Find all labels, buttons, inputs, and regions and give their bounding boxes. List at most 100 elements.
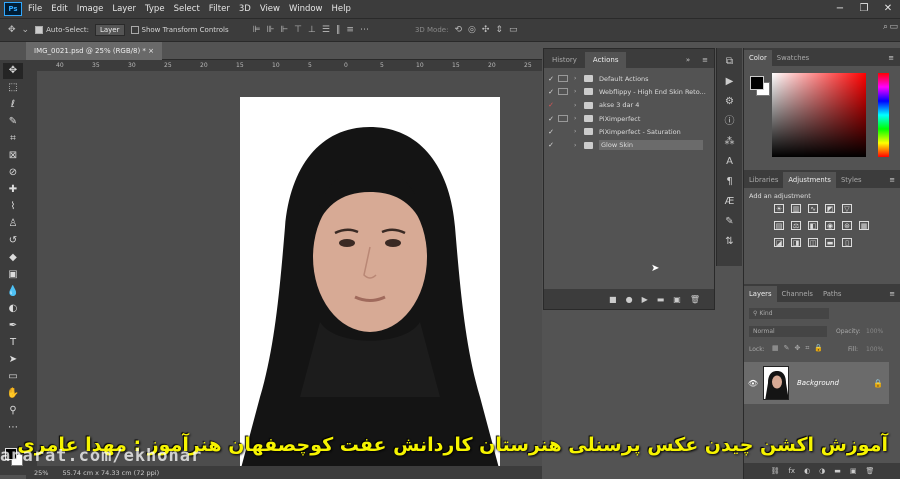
pen-tool-icon[interactable]: ✒	[3, 318, 23, 334]
more-options-icon[interactable]: ⋯	[360, 25, 369, 35]
stop-recording-button[interactable]: ■	[609, 295, 617, 304]
crop-tool-icon[interactable]: ⌗	[3, 131, 23, 147]
close-tab-icon[interactable]: ×	[148, 47, 154, 55]
chevron-down-icon[interactable]: ⌄	[22, 25, 30, 35]
expand-arrow-icon[interactable]: ›	[574, 142, 582, 149]
tab-adjustments[interactable]: Adjustments	[783, 172, 836, 188]
expand-arrow-icon[interactable]: ›	[574, 128, 582, 135]
menu-file[interactable]: File	[28, 4, 42, 14]
photo-filter-icon[interactable]: ◉	[825, 221, 835, 230]
panel-collapse-icon[interactable]: »	[680, 52, 696, 68]
align-right-icon[interactable]: ⊩	[280, 25, 288, 35]
menu-select[interactable]: Select	[174, 4, 200, 14]
auto-select-checkbox[interactable]: Auto-Select:	[35, 26, 89, 34]
canvas-area[interactable]	[37, 71, 542, 466]
vibrance-icon[interactable]: ▽	[842, 204, 852, 213]
glyphs-panel-icon[interactable]: Æ	[722, 194, 738, 210]
paragraph-panel-icon[interactable]: ¶	[722, 174, 738, 190]
blur-tool-icon[interactable]: 💧	[3, 284, 23, 300]
selective-color-icon[interactable]: ▯	[842, 238, 852, 247]
search-icon[interactable]: ⌕	[883, 22, 888, 32]
action-set-row[interactable]: ✓ › Default Actions	[544, 72, 714, 85]
panel-menu-icon[interactable]: ≡	[883, 286, 900, 302]
dialog-toggle-icon[interactable]	[558, 115, 568, 123]
menu-edit[interactable]: Edit	[51, 4, 67, 14]
history-brush-tool-icon[interactable]: ↺	[3, 233, 23, 249]
history-panel-icon[interactable]: ⧉	[722, 54, 738, 70]
toggle-check-icon[interactable]: ✓	[544, 141, 558, 149]
toggle-check-icon[interactable]: ✓	[544, 115, 558, 123]
color-lookup-icon[interactable]: ▦	[859, 221, 869, 230]
layer-filter[interactable]: ⚲ Kind	[749, 308, 829, 319]
menu-image[interactable]: Image	[77, 4, 104, 14]
dialog-toggle-icon[interactable]	[558, 75, 568, 83]
3d-rotate-icon[interactable]: ⟲	[454, 25, 462, 35]
layer-style-icon[interactable]: fx	[788, 467, 795, 475]
clone-stamp-tool-icon[interactable]: ♙	[3, 216, 23, 232]
actions-panel-icon[interactable]: ▶	[722, 74, 738, 90]
transform-controls-checkbox[interactable]: Show Transform Controls	[130, 26, 229, 34]
auto-select-dropdown[interactable]: Layer	[94, 24, 125, 36]
invert-icon[interactable]: ◪	[774, 238, 784, 247]
menu-window[interactable]: Window	[289, 4, 323, 14]
distribute-v-icon[interactable]: ≡	[346, 25, 354, 35]
3d-roll-icon[interactable]: ◎	[468, 25, 476, 35]
menu-filter[interactable]: Filter	[209, 4, 230, 14]
lock-icons[interactable]: ▦✎✥⌗🔒	[772, 344, 828, 353]
toggle-check-icon[interactable]: ✓	[544, 101, 558, 109]
action-set-row[interactable]: ✓ › PiXimperfect - Saturation	[544, 125, 714, 138]
adjustment-layer-icon[interactable]: ◑	[819, 467, 825, 475]
panel-menu-icon[interactable]: ≡	[882, 50, 900, 66]
dialog-toggle-icon[interactable]	[558, 142, 568, 149]
move-tool-icon[interactable]: ✥	[8, 25, 16, 35]
visibility-eye-icon[interactable]: 👁	[746, 379, 760, 388]
action-set-row[interactable]: ✓ › PiXimperfect	[544, 112, 714, 125]
restore-button[interactable]: ❐	[852, 0, 876, 18]
zoom-tool-icon[interactable]: ⚲	[3, 403, 23, 419]
expand-arrow-icon[interactable]: ›	[574, 75, 582, 82]
quick-select-tool-icon[interactable]: ✎	[3, 114, 23, 130]
healing-brush-tool-icon[interactable]: ✚	[3, 182, 23, 198]
document-tab[interactable]: IMG_0021.psd @ 25% (RGB/8) * ×	[26, 42, 163, 60]
gradient-tool-icon[interactable]: ▣	[3, 267, 23, 283]
distribute-h-icon[interactable]: ‖	[336, 25, 341, 35]
play-button[interactable]: ▶	[642, 295, 648, 304]
brightness-contrast-icon[interactable]: ☀	[774, 204, 784, 213]
link-layers-icon[interactable]: ⛓	[771, 467, 780, 475]
expand-arrow-icon[interactable]: ›	[574, 88, 582, 95]
new-action-button[interactable]: ▣	[673, 295, 681, 304]
tab-swatches[interactable]: Swatches	[772, 50, 814, 66]
align-middle-icon[interactable]: ⊥	[308, 25, 316, 35]
toggle-check-icon[interactable]: ✓	[544, 88, 558, 96]
align-left-icon[interactable]: ⊫	[253, 25, 261, 35]
eraser-tool-icon[interactable]: ◆	[3, 250, 23, 266]
expand-arrow-icon[interactable]: ›	[574, 102, 582, 109]
foreground-color-swatch[interactable]	[750, 76, 764, 90]
properties-panel-icon[interactable]: ⚙	[722, 94, 738, 110]
gradient-map-icon[interactable]: ▬	[825, 238, 835, 247]
tab-paths[interactable]: Paths	[818, 286, 846, 302]
menu-type[interactable]: Type	[145, 4, 165, 14]
move-tool-icon[interactable]: ✥	[3, 63, 23, 79]
levels-icon[interactable]: ▥	[791, 204, 801, 213]
menu-3d[interactable]: 3D	[239, 4, 251, 14]
rectangle-tool-icon[interactable]: ▭	[3, 369, 23, 385]
3d-scale-icon[interactable]: ▭	[509, 25, 518, 35]
brush-tool-icon[interactable]: ⌇	[3, 199, 23, 215]
lasso-tool-icon[interactable]: ℓ	[3, 97, 23, 113]
tab-actions[interactable]: Actions	[584, 52, 627, 68]
tab-history[interactable]: History	[544, 52, 585, 68]
fill-value[interactable]: 100%	[866, 346, 883, 353]
dialog-toggle-icon[interactable]	[558, 128, 568, 135]
black-white-icon[interactable]: ◧	[808, 221, 818, 230]
threshold-icon[interactable]: ◫	[808, 238, 818, 247]
menu-layer[interactable]: Layer	[112, 4, 136, 14]
color-balance-icon[interactable]: ⚖	[791, 221, 801, 230]
hue-slider[interactable]	[878, 73, 889, 157]
tab-libraries[interactable]: Libraries	[744, 172, 783, 188]
frame-tool-icon[interactable]: ⊠	[3, 148, 23, 164]
path-select-tool-icon[interactable]: ➤	[3, 352, 23, 368]
brush-settings-icon[interactable]: ⁂	[722, 134, 738, 150]
align-top-icon[interactable]: ⊤	[294, 25, 302, 35]
action-set-row[interactable]: ✓ › akse 3 dar 4	[544, 99, 714, 112]
